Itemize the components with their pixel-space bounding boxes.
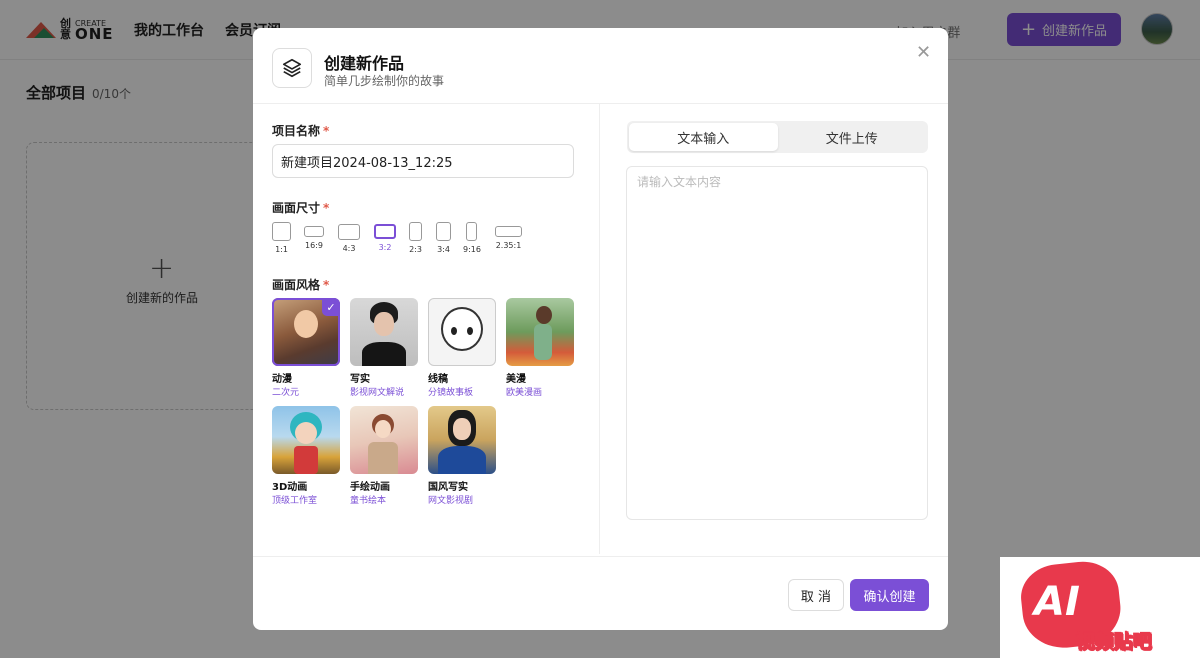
project-name-input[interactable] (272, 144, 574, 178)
style-label: 画面风格 * (272, 278, 330, 292)
style-lineart[interactable]: 线稿 分镜故事板 (428, 298, 496, 398)
style-desc: 影视网文解说 (350, 388, 405, 398)
ratio-3-2[interactable]: 3:2 (374, 222, 396, 252)
close-icon[interactable]: ✕ (916, 42, 931, 63)
tab-file-upload[interactable]: 文件上传 (778, 123, 927, 151)
style-hand-drawn[interactable]: 手绘动画 童书绘本 (350, 406, 418, 506)
style-name: 国风写实 (428, 482, 468, 493)
style-desc: 网文影视剧 (428, 496, 474, 506)
style-guofeng[interactable]: 国风写实 网文影视剧 (428, 406, 496, 506)
style-name: 美漫 (506, 374, 526, 385)
dialog-title: 创建新作品 (324, 54, 405, 73)
style-anime[interactable]: ✓ 动漫 二次元 (272, 298, 340, 398)
cancel-button[interactable]: 取 消 (788, 579, 844, 611)
style-thumbnail (350, 406, 418, 474)
style-thumbnail (506, 298, 574, 366)
style-thumbnail (428, 406, 496, 474)
style-desc: 欧美漫画 (506, 388, 543, 398)
style-thumbnail (428, 298, 496, 366)
confirm-create-button[interactable]: 确认创建 (850, 579, 929, 611)
name-label: 项目名称 * (272, 124, 330, 138)
ratio-4-3[interactable]: 4:3 (338, 222, 360, 253)
style-name: 写实 (350, 374, 370, 385)
ratio-3-4[interactable]: 3:4 (436, 222, 451, 254)
watermark-text: 视频贴吧 (1075, 631, 1153, 654)
watermark: AI 视频贴吧 (1000, 557, 1200, 658)
style-name: 3D动画 (272, 482, 308, 493)
style-name: 动漫 (272, 374, 292, 385)
style-thumbnail: ✓ (272, 298, 340, 366)
style-american-comic[interactable]: 美漫 欧美漫画 (506, 298, 574, 398)
layers-icon (272, 48, 312, 88)
ratio-9-16[interactable]: 9:16 (463, 222, 481, 254)
create-work-dialog: 创建新作品 简单几步绘制你的故事 ✕ 项目名称* 画面尺寸* 1:1 16:9 … (253, 28, 948, 630)
style-3d-animation[interactable]: 3D动画 顶级工作室 (272, 406, 340, 506)
text-content-input[interactable] (626, 166, 928, 520)
ratio-16-9[interactable]: 16:9 (304, 222, 324, 250)
content-panel: 文本输入 文件上传 (600, 104, 948, 554)
ratio-1-1[interactable]: 1:1 (272, 222, 291, 254)
style-desc: 顶级工作室 (272, 496, 318, 506)
style-thumbnail (272, 406, 340, 474)
style-desc: 分镜故事板 (428, 388, 474, 398)
style-name: 线稿 (428, 374, 448, 385)
input-mode-tabs: 文本输入 文件上传 (627, 121, 928, 153)
dialog-footer: 取 消 确认创建 (253, 556, 948, 630)
dialog-header: 创建新作品 简单几步绘制你的故事 ✕ (253, 28, 948, 104)
style-realistic[interactable]: 写实 影视网文解说 (350, 298, 418, 398)
dialog-subtitle: 简单几步绘制你的故事 (324, 74, 445, 88)
ratio-2-3[interactable]: 2:3 (409, 222, 422, 254)
check-icon: ✓ (322, 298, 340, 316)
style-desc: 二次元 (272, 388, 300, 398)
size-label: 画面尺寸 * (272, 201, 330, 215)
watermark-ai: AI (1034, 579, 1080, 625)
ratio-2-35-1[interactable]: 2.35:1 (495, 222, 522, 250)
style-grid: ✓ 动漫 二次元 写实 影视网文解说 线稿 分镜故事板 美漫 欧美漫画 3D动画… (272, 298, 592, 518)
settings-panel: 项目名称* 画面尺寸* 1:1 16:9 4:3 3:2 2:3 3:4 9:1… (253, 104, 600, 554)
ratio-selector: 1:1 16:9 4:3 3:2 2:3 3:4 9:16 2.35:1 (272, 222, 592, 262)
style-thumbnail (350, 298, 418, 366)
tab-text-input[interactable]: 文本输入 (629, 123, 778, 151)
style-desc: 童书绘本 (350, 496, 387, 506)
style-name: 手绘动画 (350, 482, 390, 493)
